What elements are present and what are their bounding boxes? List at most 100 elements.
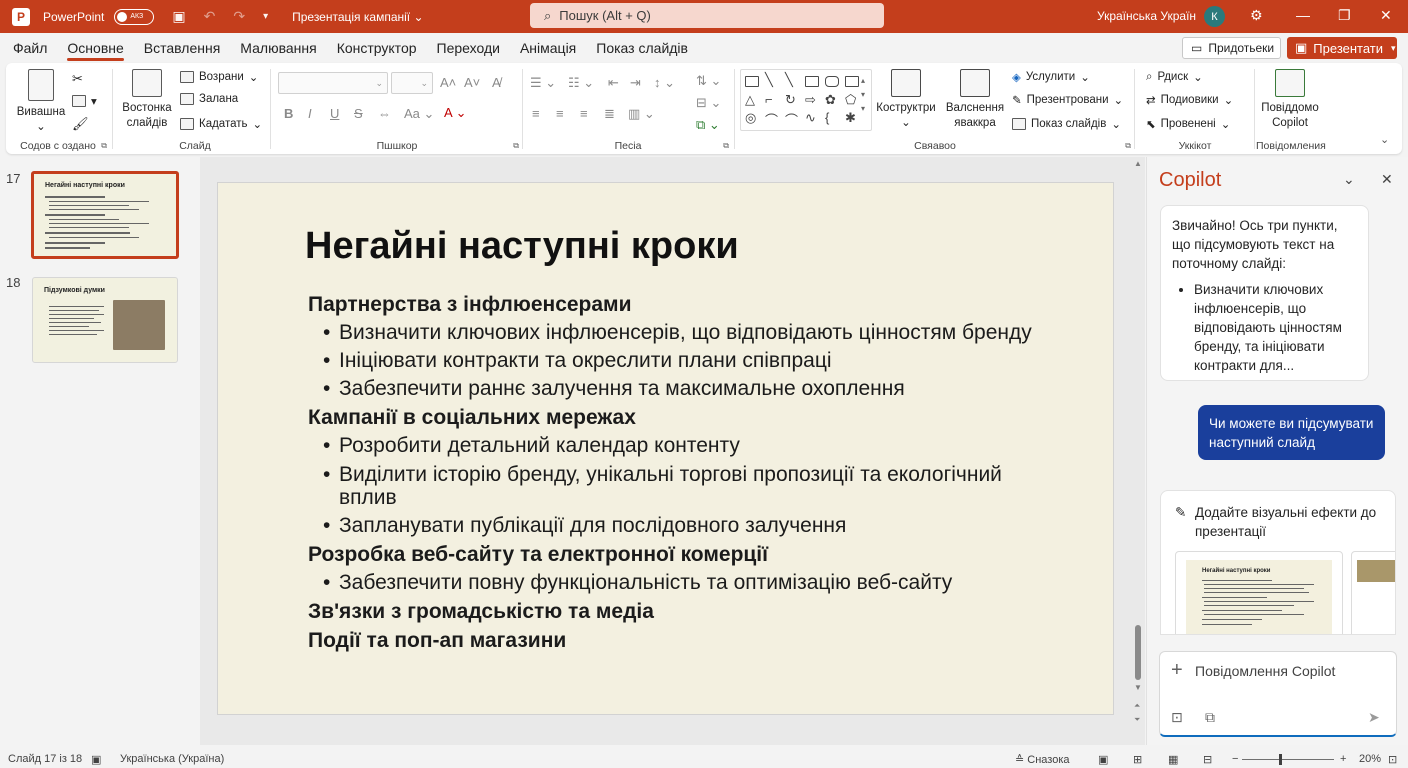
redo-icon[interactable]: ↷ [233,8,245,25]
layout-button[interactable]: Возрани ⌄ [180,70,258,84]
star-shape-icon[interactable]: ✱ [845,110,856,126]
font-size-dropdown[interactable]: ⌄ [391,72,433,94]
notes-button[interactable]: ≙ Сназока [1015,753,1070,766]
copilot-ribbon-button[interactable]: Повіддомо Copilot [1258,69,1322,131]
search-box[interactable]: ⌕ Пошук (Alt + Q) [530,3,884,28]
scroll-up-icon[interactable]: ▲ [1134,159,1142,168]
zoom-out-icon[interactable]: − [1232,753,1238,765]
format-painter-icon[interactable]: 🖌 [72,116,89,132]
chevron-down-icon[interactable]: ⌄ [1343,171,1355,188]
flower-shape-icon[interactable]: ✿ [825,92,836,108]
slideshow-view-icon[interactable]: ⊟ [1203,753,1212,766]
dialog-launcher-icon[interactable]: ⧉ [1125,141,1131,151]
bold-icon[interactable]: B [284,106,293,121]
settings-icon[interactable]: ⚙ [1250,7,1263,24]
indent-increase-icon[interactable]: ⇥ [630,75,641,91]
clear-format-icon[interactable]: A̸ [492,75,501,90]
align-center-icon[interactable]: ≡ [556,106,564,121]
present-button[interactable]: ▣ Презентати ▾ [1287,37,1397,59]
new-slide-button[interactable]: Востонка слайдів [118,69,176,131]
attach-icon[interactable]: ⧉ [1205,709,1215,726]
brace-shape-icon[interactable]: ⇨ [805,92,816,108]
rounded-rect-shape-icon[interactable] [825,76,839,87]
numbering-icon[interactable]: ☷ ⌄ [568,75,594,91]
add-icon[interactable]: + [1171,659,1183,682]
wave-shape-icon[interactable]: ∿ [805,110,816,126]
align-right-icon[interactable]: ≡ [580,106,588,121]
send-icon[interactable]: ➤ [1368,709,1380,726]
comments-button[interactable]: ▭ Придотьеки [1182,37,1281,59]
suggestion-preview-2[interactable] [1351,551,1395,634]
tab-file[interactable]: Файл [13,33,47,63]
quick-styles-button[interactable]: Валснення яваккра [942,69,1008,131]
shape-outline-button[interactable]: ✎ Презентровани ⌄ [1012,93,1123,107]
bullets-icon[interactable]: ☰ ⌄ [530,75,556,91]
strikethrough-icon[interactable]: S [354,106,363,121]
section-button[interactable]: Кадатать ⌄ [180,117,262,131]
justify-icon[interactable]: ≣ [604,106,615,122]
slide-canvas[interactable]: Негайні наступні кроки Партнерства з інф… [217,182,1114,715]
vertical-scrollbar[interactable]: ▲ ▼ ⏶ ⏷ [1131,157,1145,745]
copilot-input[interactable]: + Повідомлення Copilot ⊡ ⧉ ➤ [1159,651,1397,737]
status-language[interactable]: Українська (Україна) [120,753,224,765]
shape-fill-button[interactable]: ◈ Услулити ⌄ [1012,70,1090,84]
close-pane-icon[interactable]: ✕ [1381,171,1393,188]
prompts-icon[interactable]: ⊡ [1171,709,1183,726]
find-button[interactable]: ⌕ Рдиск ⌄ [1146,70,1203,85]
previous-slide-icon[interactable]: ⏶ [1134,701,1140,711]
scroll-down-icon[interactable]: ▼ [1134,683,1142,692]
replace-button[interactable]: ⇄ Подиовики ⌄ [1146,93,1233,107]
shape-effects-button[interactable]: Показ слайдів ⌄ [1012,117,1121,131]
bracket-shape-icon[interactable]: ⌒ [785,110,798,129]
slide-thumbnail-18[interactable]: Підзумкові думки [32,277,178,363]
curve-shape-icon[interactable]: ↻ [785,92,796,108]
slide-body[interactable]: Партнерства з інфлюенсерами Визначити кл… [308,290,1068,655]
tab-insert[interactable]: Вставлення [144,33,221,63]
font-color-icon[interactable]: A ⌄ [444,105,466,121]
zoom-level[interactable]: 20% [1359,753,1381,765]
suggestion-preview[interactable]: Негайні наступні кроки [1175,551,1343,634]
line-shape-icon[interactable]: ╲ [765,72,773,88]
tab-transitions[interactable]: Переходи [437,33,500,63]
italic-icon[interactable]: I [308,106,312,121]
save-icon[interactable]: ▣ [172,8,185,25]
zoom-in-icon[interactable]: + [1340,753,1346,765]
minimize-icon[interactable]: — [1296,7,1310,23]
snip-rect-shape-icon[interactable] [845,76,859,87]
align-left-icon[interactable]: ≡ [532,106,540,121]
slide-sorter-icon[interactable]: ⊞ [1133,753,1142,766]
fit-slide-icon[interactable]: ⊡ [1388,753,1397,766]
triangle-shape-icon[interactable]: △ [745,92,755,108]
dialog-launcher-icon[interactable]: ⧉ [101,141,107,151]
columns-icon[interactable]: ▥ ⌄ [628,106,655,122]
dialog-launcher-icon[interactable]: ⧉ [723,141,729,151]
zoom-slider-knob[interactable] [1279,754,1282,765]
paste-button[interactable]: Вивашна ⌄ [16,69,66,135]
dialog-launcher-icon[interactable]: ⧉ [513,141,519,151]
autosave-toggle[interactable]: АКЗ [114,8,155,25]
text-direction-icon[interactable]: ⇅ ⌄ [696,73,721,89]
textbox-shape-icon[interactable] [745,76,759,87]
brace-right-shape-icon[interactable]: { [825,110,829,125]
next-slide-icon[interactable]: ⏷ [1134,715,1140,725]
suggestion-card[interactable]: ✎ Додайте візуальні ефекти до презентації… [1160,490,1396,635]
spacing-icon[interactable]: ⇔ [378,106,391,121]
slide-thumbnail-17[interactable]: Негайні наступні кроки [31,171,179,259]
scrollbar-thumb[interactable] [1135,625,1141,680]
tab-home[interactable]: Основне [67,33,125,63]
smartart-icon[interactable]: ⧉ ⌄ [696,117,720,133]
maximize-icon[interactable]: ❐ [1338,7,1351,24]
increase-font-icon[interactable]: A˄ [440,75,456,90]
callout-shape-icon[interactable]: ◎ [745,110,756,126]
gallery-scroll-icon[interactable]: ▴ ▾ ▾ [861,74,865,116]
reset-button[interactable]: Залана [180,93,238,105]
tab-slideshow[interactable]: Показ слайдів [596,33,688,63]
arrow-shape-icon[interactable]: ╲ [785,72,793,88]
rectangle-shape-icon[interactable] [805,76,819,87]
customize-toolbar-icon[interactable]: ▾ [263,11,268,22]
accessibility-icon[interactable]: ▣ [91,753,101,766]
copy-icon[interactable]: ▾ [72,94,97,108]
normal-view-icon[interactable]: ▣ [1098,753,1108,766]
elbow-shape-icon[interactable]: ⌐ [765,92,773,107]
collapse-ribbon-icon[interactable]: ⌄ [1380,133,1389,146]
